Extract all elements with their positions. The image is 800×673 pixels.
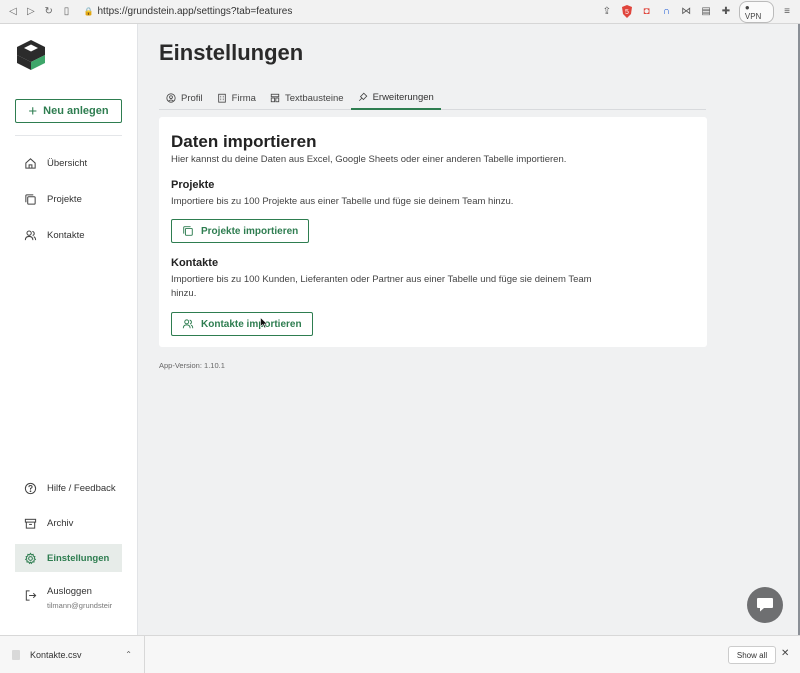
new-item-button[interactable]: + Neu anlegen — [15, 99, 122, 123]
projects-section-description: Importiere bis zu 100 Projekte aus einer… — [171, 196, 514, 207]
sidebar-item-label: Hilfe / Feedback — [47, 482, 116, 494]
import-contacts-button[interactable]: Kontakte importieren — [171, 312, 313, 336]
settings-tabs: Profil Firma Textbausteine Erweiterungen — [159, 86, 706, 110]
forward-icon[interactable]: ▷ — [22, 0, 40, 24]
sidebar-divider — [15, 135, 122, 136]
sidebar-item-archive[interactable]: Archiv — [15, 509, 122, 537]
tab-label: Profil — [181, 92, 203, 104]
sidebar-toggle-icon[interactable]: ▤ — [699, 5, 713, 19]
download-bar: Kontakte.csv ⌃ — [0, 635, 800, 673]
building-icon — [217, 93, 226, 103]
import-projects-button[interactable]: Projekte importieren — [171, 219, 310, 243]
bookmark-icon[interactable]: ▯ — [58, 0, 76, 24]
help-icon — [24, 482, 37, 494]
url-text: https://grundstein.app/settings?tab=feat… — [97, 6, 293, 17]
card-description: Hier kannst du deine Daten aus Excel, Go… — [171, 154, 567, 165]
show-all-downloads-button[interactable]: Show all — [728, 646, 776, 664]
pocket-icon[interactable]: ◘ — [640, 5, 654, 19]
magnet-icon[interactable]: ∩ — [659, 5, 673, 19]
sidebar-item-label: Archiv — [47, 517, 74, 529]
template-icon — [270, 93, 280, 103]
logout-label: Ausloggen — [47, 586, 92, 597]
user-circle-icon — [166, 93, 176, 103]
download-item[interactable]: Kontakte.csv ⌃ — [0, 635, 145, 673]
contacts-section-title: Kontakte — [171, 257, 219, 269]
tab-profile[interactable]: Profil — [159, 86, 210, 110]
projects-icon — [183, 226, 193, 236]
download-filename: Kontakte.csv — [30, 649, 82, 660]
chevron-up-icon[interactable]: ⌃ — [125, 650, 132, 659]
logout-icon — [25, 590, 37, 601]
projects-icon — [25, 193, 36, 205]
user-email: tilmann@grundsteir — [47, 601, 113, 610]
address-bar[interactable]: 🔒 https://grundstein.app/settings?tab=fe… — [84, 0, 600, 24]
gear-icon — [24, 551, 37, 564]
card-title: Daten importieren — [171, 132, 317, 151]
logout-button[interactable]: Ausloggen tilmann@grundsteir — [15, 586, 122, 610]
sidebar-item-overview[interactable]: Übersicht — [15, 149, 122, 177]
tab-label: Erweiterungen — [372, 91, 434, 103]
tab-label: Firma — [231, 92, 256, 104]
projects-section-title: Projekte — [171, 179, 215, 191]
file-icon — [12, 649, 20, 660]
chat-icon — [757, 598, 773, 612]
brave-shield-icon[interactable]: 5 — [620, 5, 634, 19]
browser-toolbar: ◁ ▷ ↻ ▯ 🔒 https://grundstein.app/setting… — [0, 0, 800, 24]
close-icon[interactable]: ✕ — [781, 648, 789, 659]
extensions-bar: ⇪ 5 ◘ ∩ ⋈ ▤ ✚ ● VPN ≡ — [600, 0, 800, 23]
sidebar-item-label: Kontakte — [47, 229, 85, 241]
grundstein-logo-icon — [17, 40, 45, 70]
lock-icon: 🔒 — [83, 7, 94, 16]
vpn-label: VPN — [744, 11, 762, 21]
users-icon — [24, 230, 37, 240]
import-card: Daten importieren Hier kannst du deine D… — [159, 117, 707, 347]
tab-extensions[interactable]: Erweiterungen — [350, 86, 441, 110]
shield-badge: 5 — [625, 9, 629, 16]
import-projects-label: Projekte importieren — [201, 225, 299, 237]
reload-icon[interactable]: ↻ — [40, 0, 58, 24]
back-icon[interactable]: ◁ — [4, 0, 22, 24]
tab-text-blocks[interactable]: Textbausteine — [263, 86, 351, 110]
devtools-icon[interactable]: ⋈ — [679, 5, 693, 19]
chat-widget-button[interactable] — [747, 587, 783, 623]
puzzle-icon[interactable]: ✚ — [719, 5, 733, 19]
import-contacts-label: Kontakte importieren — [201, 318, 302, 330]
sidebar-item-settings[interactable]: Einstellungen — [15, 544, 122, 572]
share-icon[interactable]: ⇪ — [600, 5, 614, 19]
plus-icon: + — [28, 102, 38, 120]
sidebar-item-contacts[interactable]: Kontakte — [15, 221, 122, 249]
mouse-cursor-icon — [260, 317, 268, 329]
sidebar-item-help[interactable]: Hilfe / Feedback — [15, 474, 122, 502]
sidebar-item-projects[interactable]: Projekte — [15, 185, 122, 213]
tab-label: Textbausteine — [284, 92, 344, 104]
home-icon — [25, 157, 36, 169]
app-version: App-Version: 1.10.1 — [159, 361, 225, 370]
tab-company[interactable]: Firma — [210, 86, 263, 110]
sidebar-item-label: Übersicht — [47, 157, 88, 169]
sidebar-item-label: Projekte — [47, 193, 82, 205]
menu-icon[interactable]: ≡ — [780, 5, 794, 19]
page-title: Einstellungen — [159, 40, 304, 65]
users-icon — [182, 319, 194, 329]
sidebar: + Neu anlegen Übersicht Projekte Kontakt… — [0, 24, 138, 635]
contacts-section-description: Importiere bis zu 100 Kunden, Lieferante… — [171, 274, 592, 299]
sidebar-item-label: Einstellungen — [47, 552, 110, 564]
new-item-label: Neu anlegen — [43, 105, 109, 117]
vpn-button[interactable]: ● VPN — [738, 0, 775, 23]
archive-icon — [24, 518, 37, 529]
app-window: + Neu anlegen Übersicht Projekte Kontakt… — [0, 24, 798, 635]
plug-icon — [358, 92, 367, 102]
